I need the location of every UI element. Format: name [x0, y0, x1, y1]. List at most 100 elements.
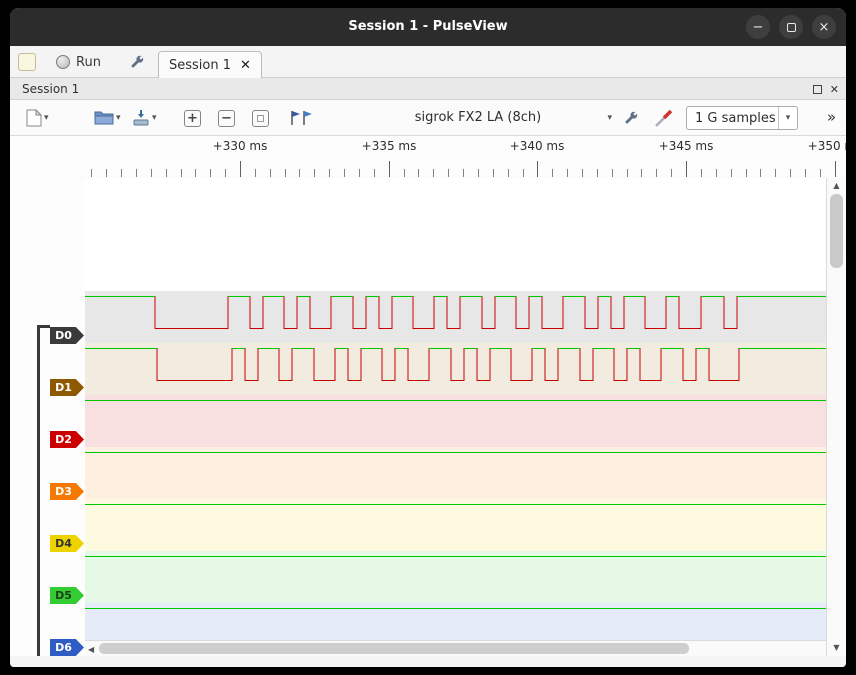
ruler-major-tick: [537, 161, 538, 177]
tab-session-1[interactable]: Session 1 ✕: [158, 51, 262, 78]
channel-label-D0[interactable]: D0: [50, 327, 84, 344]
ruler-minor-tick: [225, 169, 226, 177]
channel-label-gutter: D0 D1 D2 D3 D4 D5 D6: [10, 178, 85, 656]
ruler-major-tick: [686, 161, 687, 177]
maximize-button[interactable]: [779, 15, 803, 39]
ruler-minor-tick: [463, 169, 464, 177]
horizontal-scrollbar[interactable]: ◀: [85, 640, 826, 656]
ruler-minor-tick: [731, 169, 732, 177]
device-caret-icon: ▾: [607, 114, 612, 123]
window-controls: − ×: [746, 15, 836, 39]
new-file-caret-icon: ▾: [44, 114, 49, 123]
channel-label-D2[interactable]: D2: [50, 431, 84, 448]
trace-group-bracket[interactable]: [37, 325, 40, 656]
device-selector[interactable]: sigrok FX2 LA (8ch) ▾: [342, 105, 614, 131]
ruler-minor-tick: [404, 169, 405, 177]
open-button[interactable]: ▾: [94, 105, 121, 131]
run-icon: [56, 55, 70, 69]
channel-band-D5[interactable]: [85, 551, 826, 603]
zoom-fit-button[interactable]: [252, 105, 269, 131]
run-button[interactable]: Run: [56, 49, 101, 75]
zoom-out-icon: −: [218, 110, 235, 127]
save-button[interactable]: ▾: [132, 105, 157, 131]
trace-view[interactable]: D0 D1 D2 D3 D4 D5 D6 ▲ ▼ ◀: [10, 178, 846, 667]
channel-band-D4[interactable]: [85, 499, 826, 551]
settings-button[interactable]: [128, 49, 146, 75]
channel-band-D3[interactable]: [85, 447, 826, 499]
minimize-icon: −: [753, 20, 764, 35]
new-file-icon: [26, 109, 42, 127]
open-folder-icon: [94, 110, 114, 126]
time-ruler[interactable]: +330 ms +335 ms +340 ms +345 ms +350 ms: [85, 136, 846, 178]
ruler-minor-tick: [299, 169, 300, 177]
undock-icon[interactable]: [813, 85, 822, 94]
vertical-scrollbar[interactable]: ▲ ▼: [826, 178, 846, 656]
caret-down-icon: ▾: [786, 114, 791, 123]
ruler-minor-tick: [612, 169, 613, 177]
toolbar-overflow-button[interactable]: »: [827, 108, 836, 126]
show-cursors-button[interactable]: [288, 105, 314, 131]
channel-label-D3[interactable]: D3: [50, 483, 84, 500]
wrench-icon: [128, 53, 146, 71]
pulseview-window: Session 1 - PulseView − × Run Sessi: [10, 8, 846, 667]
ruler-minor-tick: [627, 169, 628, 177]
ruler-minor-tick: [567, 169, 568, 177]
tab-close-icon[interactable]: ✕: [240, 58, 251, 73]
waveform-plot[interactable]: [85, 178, 826, 656]
open-caret-icon: ▾: [116, 114, 121, 123]
channel-label-D1[interactable]: D1: [50, 379, 84, 396]
sample-count-select[interactable]: 1 G samples ▾: [686, 106, 798, 130]
fit-glyph: [257, 115, 264, 122]
ruler-label: +330 ms: [213, 139, 268, 153]
ruler-minor-tick: [210, 169, 211, 177]
channel-label-D5[interactable]: D5: [50, 587, 84, 604]
ruler-minor-tick: [359, 169, 360, 177]
wrench-icon: [622, 109, 640, 127]
vertical-scrollbar-thumb[interactable]: [830, 194, 843, 268]
sample-count-caret[interactable]: ▾: [778, 107, 797, 129]
status-strip: [10, 656, 846, 667]
device-config-button[interactable]: [622, 105, 640, 131]
scroll-down-icon[interactable]: ▼: [827, 643, 846, 652]
window-title: Session 1 - PulseView: [10, 8, 846, 46]
channel-band-D1[interactable]: [85, 343, 826, 395]
maximize-icon: [787, 23, 796, 32]
new-file-button[interactable]: ▾: [26, 105, 49, 131]
zoom-in-button[interactable]: +: [184, 105, 201, 131]
main-toolbar: Run Session 1 ✕: [10, 46, 846, 78]
ruler-minor-tick: [374, 169, 375, 177]
ruler-minor-tick: [760, 169, 761, 177]
ruler-minor-tick: [195, 169, 196, 177]
plus-glyph: +: [187, 112, 198, 125]
titlebar[interactable]: Session 1 - PulseView − ×: [10, 8, 846, 46]
scroll-left-icon[interactable]: ◀: [88, 645, 94, 654]
new-session-button[interactable]: [18, 49, 36, 75]
ruler-minor-tick: [418, 169, 419, 177]
close-button[interactable]: ×: [812, 15, 836, 39]
dock-close-icon[interactable]: ✕: [830, 83, 839, 96]
minimize-button[interactable]: −: [746, 15, 770, 39]
close-icon: ×: [819, 20, 830, 35]
ruler-minor-tick: [671, 169, 672, 177]
ruler-label: +345 ms: [659, 139, 714, 153]
ruler-minor-tick: [775, 169, 776, 177]
channel-label-D6[interactable]: D6: [50, 639, 84, 656]
save-caret-icon: ▾: [152, 114, 157, 123]
horizontal-scrollbar-thumb[interactable]: [99, 643, 689, 654]
channels-button[interactable]: [654, 105, 674, 131]
session-dock-header[interactable]: Session 1 ✕: [10, 78, 846, 100]
ruler-label: +335 ms: [362, 139, 417, 153]
tab-label: Session 1: [169, 58, 231, 73]
channel-band-D2[interactable]: [85, 395, 826, 447]
ruler-label: +340 ms: [510, 139, 565, 153]
ruler-minor-tick: [508, 169, 509, 177]
ruler-major-tick: [240, 161, 241, 177]
scroll-up-icon[interactable]: ▲: [827, 181, 846, 190]
ruler-minor-tick: [820, 169, 821, 177]
zoom-fit-icon: [252, 110, 269, 127]
channel-band-D0[interactable]: [85, 291, 826, 343]
ruler-label: +350 ms: [808, 139, 846, 153]
channel-label-D4[interactable]: D4: [50, 535, 84, 552]
device-name: sigrok FX2 LA (8ch): [342, 110, 614, 125]
zoom-out-button[interactable]: −: [218, 105, 235, 131]
